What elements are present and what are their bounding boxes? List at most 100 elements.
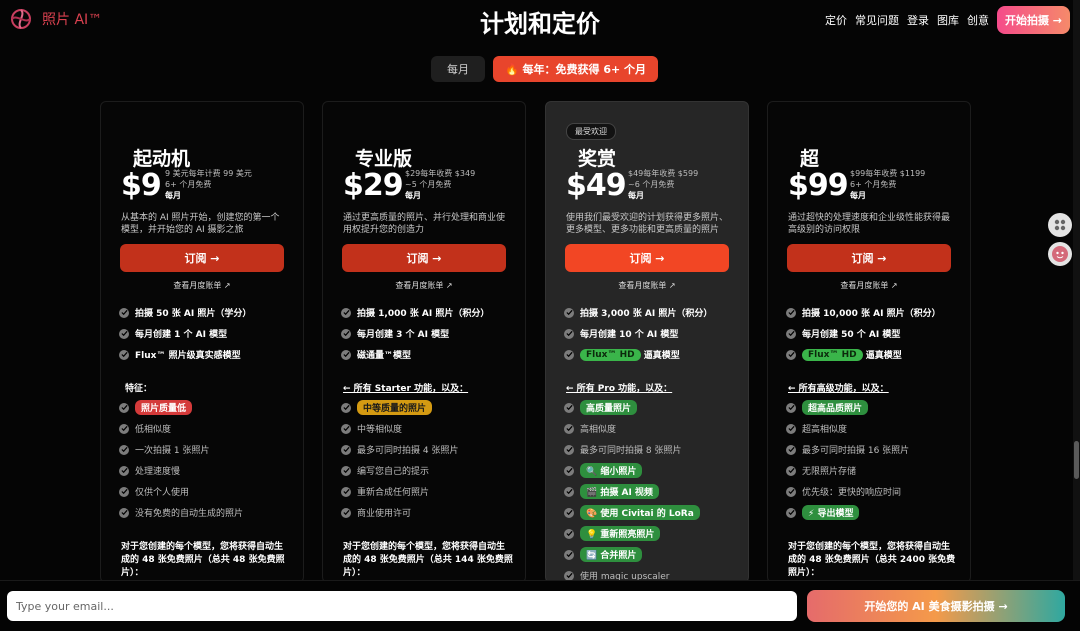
list-item: 优先级：更快的响应时间 xyxy=(786,481,970,502)
subscribe-button[interactable]: 订阅 → xyxy=(787,244,951,272)
price-note: $99每年收费 $1199 6+ 个月免费 每月 xyxy=(850,168,925,201)
feature-text: 逼真模型 xyxy=(865,351,902,361)
plan-description: 通过更高质量的照片、并行处理和商业使用权提升您的创造力 xyxy=(343,213,506,235)
subscribe-button[interactable]: 订阅 → xyxy=(342,244,506,272)
feature-list: 照片质量低 低相似度 一次拍摄 1 张照片 处理速度慢 仅供个人使用 没有免费的… xyxy=(119,397,303,523)
subscribe-button[interactable]: 订阅 → xyxy=(565,244,729,272)
list-item: 编写您自己的提示 xyxy=(341,460,525,481)
feature-text: Flux™ 照片级真实感模型 xyxy=(135,351,241,361)
feature-text: 最多可同时拍摄 16 张照片 xyxy=(802,446,910,456)
plan-card-starter: 起动机 $9 9 美元每年计费 99 美元 6+ 个月免费 每月 从基本的 AI… xyxy=(100,101,304,583)
floating-tool-button[interactable] xyxy=(1048,213,1072,237)
list-item: ⚡ 导出模型 xyxy=(786,502,970,523)
feature-text: 拍摄 10,000 张 AI 照片（积分） xyxy=(802,309,941,319)
list-item: 每月创建 50 个 AI 模型 xyxy=(786,323,970,344)
check-icon xyxy=(786,349,796,360)
feature-list: 高质量照片 高相似度 最多可同时拍摄 8 张照片 🔍 缩小照片 🎬 拍摄 AI … xyxy=(564,397,748,582)
feature-text: 没有免费的自动生成的照片 xyxy=(135,509,244,519)
monthly-billing-link[interactable]: 查看月度账单 ↗ xyxy=(323,280,525,291)
start-food-shoot-button[interactable]: 开始您的 AI 美食摄影拍摄 → xyxy=(807,590,1065,622)
quality-badge: 照片质量低 xyxy=(135,400,193,415)
check-icon xyxy=(564,549,574,560)
features-heading[interactable]: ← 所有 Starter 功能，以及： xyxy=(343,381,468,394)
price-note-period: 每月 xyxy=(850,191,866,200)
plan-name: 奖赏 xyxy=(578,148,617,170)
list-item: 仅供个人使用 xyxy=(119,481,303,502)
list-item: 超高相似度 xyxy=(786,418,970,439)
price-note-period: 每月 xyxy=(405,191,421,200)
plan-card-premium: 最受欢迎 奖赏 $49 $49每年收费 $599 ~6 个月免费 每月 使用我们… xyxy=(545,101,749,583)
model-badge: Flux™ HD xyxy=(580,348,641,361)
check-icon xyxy=(786,307,796,318)
check-icon xyxy=(341,307,351,318)
grid-icon xyxy=(1054,219,1066,231)
price-note-annual: $49每年收费 $599 xyxy=(628,169,699,178)
free-photos-note: 对于您创建的每个模型，您将获得自动生成的 48 张免费照片（总共 144 张免费… xyxy=(343,542,513,578)
scrollbar-thumb[interactable] xyxy=(1074,441,1079,479)
list-item: 💡 重新照亮照片 xyxy=(564,523,748,544)
feature-text: 低相似度 xyxy=(135,425,172,435)
list-item: 拍摄 3,000 张 AI 照片（积分） xyxy=(564,302,748,323)
plan-card-pro: 专业版 $29 $29每年收费 $349 ~5 个月免费 每月 通过更高质量的照… xyxy=(322,101,526,583)
feature-text: 重新合成任何照片 xyxy=(357,488,430,498)
feature-badge: ⚡ 导出模型 xyxy=(802,505,860,520)
core-feature-list: 拍摄 1,000 张 AI 照片（积分） 每月创建 3 个 AI 模型 磁通量™… xyxy=(341,302,525,365)
monthly-billing-link[interactable]: 查看月度账单 ↗ xyxy=(101,280,303,291)
plan-card-ultra: 超 $99 $99每年收费 $1199 6+ 个月免费 每月 通过超快的处理速度… xyxy=(767,101,971,583)
price-note-period: 每月 xyxy=(165,191,181,200)
check-icon xyxy=(341,349,351,360)
feature-text: 逼真模型 xyxy=(643,351,680,361)
plan-description: 使用我们最受欢迎的计划获得更多照片、更多模型、更多功能和更高质量的照片 xyxy=(566,213,729,235)
features-heading[interactable]: ← 所有 Pro 功能，以及： xyxy=(566,381,672,394)
floating-assistant-button[interactable] xyxy=(1048,242,1072,266)
nav-faq[interactable]: 常见问题 xyxy=(855,12,899,28)
core-feature-list: 拍摄 10,000 张 AI 照片（积分） 每月创建 50 个 AI 模型 Fl… xyxy=(786,302,970,365)
check-icon xyxy=(119,307,129,318)
nav-gallery[interactable]: 图库 xyxy=(937,12,959,28)
feature-list: 超高品质照片 超高相似度 最多可同时拍摄 16 张照片 无限照片存储 优先级：更… xyxy=(786,397,970,523)
list-item: 每月创建 1 个 AI 模型 xyxy=(119,323,303,344)
list-item: 照片质量低 xyxy=(119,397,303,418)
email-input[interactable] xyxy=(7,591,797,621)
list-item: 最多可同时拍摄 16 张照片 xyxy=(786,439,970,460)
list-item: Flux™ HD 逼真模型 xyxy=(786,344,970,365)
features-heading[interactable]: ← 所有高级功能，以及： xyxy=(788,381,889,394)
monthly-billing-link[interactable]: 查看月度账单 ↗ xyxy=(546,280,748,291)
list-item: 拍摄 50 张 AI 照片（学分） xyxy=(119,302,303,323)
bottom-signup-bar: 开始您的 AI 美食摄影拍摄 → xyxy=(0,580,1080,631)
check-icon xyxy=(564,465,574,476)
list-item: 中等相似度 xyxy=(341,418,525,439)
list-item: 超高品质照片 xyxy=(786,397,970,418)
price-note: $49每年收费 $599 ~6 个月免费 每月 xyxy=(628,168,698,201)
list-item: Flux™ 照片级真实感模型 xyxy=(119,344,303,365)
nav-pricing[interactable]: 定价 xyxy=(825,12,847,28)
price-note: $29每年收费 $349 ~5 个月免费 每月 xyxy=(405,168,475,201)
feature-text: 磁通量™模型 xyxy=(357,351,412,361)
check-icon xyxy=(564,507,574,518)
price-note-annual: $29每年收费 $349 xyxy=(405,169,476,178)
feature-text: 拍摄 1,000 张 AI 照片（积分） xyxy=(357,309,490,319)
feature-text: 超高相似度 xyxy=(802,425,848,435)
quality-badge: 超高品质照片 xyxy=(802,400,869,415)
features-heading: 特征： xyxy=(125,384,153,394)
nav-login[interactable]: 登录 xyxy=(907,12,929,28)
subscribe-button[interactable]: 订阅 → xyxy=(120,244,284,272)
list-item: 没有免费的自动生成的照片 xyxy=(119,502,303,523)
check-icon xyxy=(341,444,351,455)
list-item: 高质量照片 xyxy=(564,397,748,418)
top-bar: 照片 AI™ 计划和定价 定价 常见问题 登录 图库 创意 开始拍摄 → xyxy=(0,0,1080,40)
feature-text: 高相似度 xyxy=(580,425,617,435)
billing-monthly-button[interactable]: 每月 xyxy=(431,56,485,82)
nav-ideas[interactable]: 创意 xyxy=(967,12,989,28)
check-icon xyxy=(564,444,574,455)
billing-yearly-button[interactable]: 🔥 每年：免费获得 6+ 个月 xyxy=(493,56,659,82)
free-photos-note: 对于您创建的每个模型，您将获得自动生成的 48 张免费照片（总共 2400 张免… xyxy=(788,542,956,578)
plan-description: 通过超快的处理速度和企业级性能获得最高级别的访问权限 xyxy=(788,213,951,235)
monthly-billing-link[interactable]: 查看月度账单 ↗ xyxy=(768,280,970,291)
feature-badge: 🎨 使用 Civitai 的 LoRa xyxy=(580,505,700,520)
check-icon xyxy=(564,349,574,360)
quality-badge: 中等质量的照片 xyxy=(357,400,433,415)
feature-text: 拍摄 50 张 AI 照片（学分） xyxy=(135,309,252,319)
scrollbar-track[interactable] xyxy=(1073,0,1080,580)
start-shooting-button[interactable]: 开始拍摄 → xyxy=(996,6,1070,34)
